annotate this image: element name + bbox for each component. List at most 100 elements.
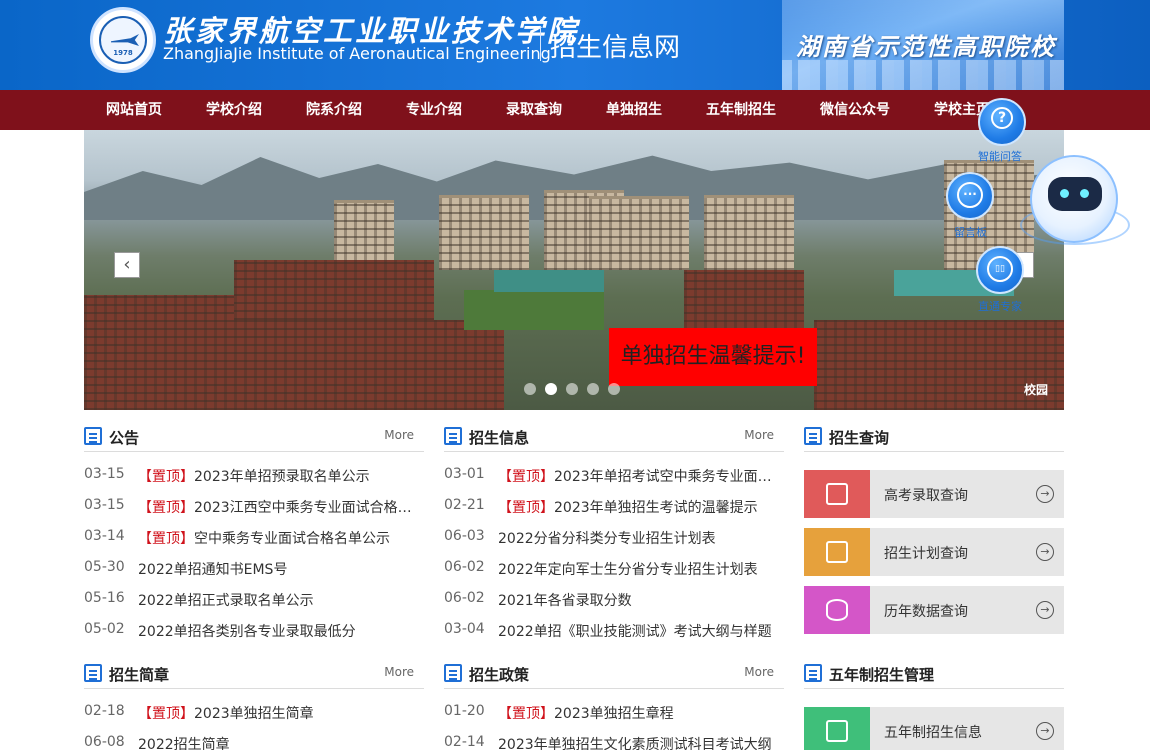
faq-button[interactable]: ?	[978, 98, 1026, 146]
faq-label[interactable]: 智能问答	[978, 148, 1022, 164]
item-title-text: 2023单独招生简章	[194, 706, 314, 722]
campus-building	[274, 320, 504, 410]
item-title[interactable]: 2022年定向军士生分省分专业招生计划表	[498, 559, 784, 579]
arrow-circle-icon: →	[1036, 722, 1054, 740]
header-banner-image: 湖南省示范性高职院校	[782, 0, 1064, 90]
hero-carousel[interactable]: ‹ › 单独招生温馨提示! 校园	[84, 130, 1064, 410]
item-title[interactable]: 2022单招《职业技能测试》考试大纲与样题	[498, 621, 784, 641]
carousel-dot[interactable]	[587, 383, 599, 395]
list-item[interactable]: 02-21 【置顶】2023年单独招生考试的温馨提示	[444, 497, 784, 517]
list-item[interactable]: 03-15 【置顶】2023年单招预录取名单公示	[84, 466, 424, 486]
section-title: 招生政策	[469, 666, 530, 684]
list-item[interactable]: 01-20 【置顶】2023单独招生章程	[444, 703, 784, 723]
document-icon	[444, 427, 462, 445]
list-item[interactable]: 05-30 2022单招通知书EMS号	[84, 559, 424, 579]
nav-item-independent-admission[interactable]: 单独招生	[606, 90, 662, 130]
banner-buildings	[782, 60, 1064, 90]
list-item[interactable]: 05-02 2022单招各类别各专业录取最低分	[84, 621, 424, 641]
list-item[interactable]: 03-15 【置顶】2023江西空中乘务专业面试合格名单公示	[84, 497, 424, 517]
site-header: 1978 张家界航空工业职业技术学院 ZhangJiaJie Institute…	[0, 0, 1150, 90]
question-icon: ?	[991, 107, 1013, 129]
item-date: 03-15	[84, 497, 125, 513]
item-title[interactable]: 【置顶】2023年单独招生考试的温馨提示	[498, 497, 784, 517]
list-item[interactable]: 06-02 2021年各省录取分数	[444, 590, 784, 610]
nav-item-school-intro[interactable]: 学校介绍	[206, 90, 262, 130]
item-date: 03-14	[84, 528, 125, 544]
admission-query-header: 招生查询	[804, 422, 1064, 452]
admission-info-header: 招生信息 More	[444, 422, 784, 452]
list-item[interactable]: 02-14 2023年单独招生文化素质测试科目考试大纲	[444, 734, 784, 750]
site-title: 招生信息网	[550, 33, 681, 63]
nav-item-wechat[interactable]: 微信公众号	[820, 90, 890, 130]
item-date: 02-18	[84, 703, 125, 719]
message-board-button[interactable]: ···	[946, 172, 994, 220]
item-title[interactable]: 【置顶】2023年单招考试空中乘务专业面试考场安排	[498, 466, 784, 486]
more-link[interactable]: More	[384, 428, 414, 442]
campus-building	[704, 195, 794, 270]
item-title[interactable]: 2022分省分科类分专业招生计划表	[498, 528, 784, 548]
item-title[interactable]: 2022单招正式录取名单公示	[138, 590, 424, 610]
item-title[interactable]: 【置顶】2023单独招生简章	[138, 703, 424, 723]
item-date: 03-01	[444, 466, 485, 482]
database-icon	[826, 599, 848, 621]
item-title[interactable]: 【置顶】空中乘务专业面试合格名单公示	[138, 528, 424, 548]
admission-plan-query-tile[interactable]: 招生计划查询 →	[804, 528, 1064, 576]
nav-item-admission-query[interactable]: 录取查询	[506, 90, 562, 130]
campus-building	[439, 195, 529, 270]
airplane-icon	[111, 34, 139, 46]
robot-eye	[1080, 189, 1089, 198]
carousel-dot-active[interactable]	[545, 383, 557, 395]
nav-item-majors[interactable]: 专业介绍	[406, 90, 462, 130]
item-title[interactable]: 2021年各省录取分数	[498, 590, 784, 610]
school-logo[interactable]: 1978	[90, 7, 156, 73]
item-title[interactable]: 2022招生简章	[138, 734, 424, 750]
nav-item-five-year[interactable]: 五年制招生	[706, 90, 776, 130]
arrow-circle-icon: →	[1036, 485, 1054, 503]
item-title-text: 2023单独招生章程	[554, 706, 674, 722]
list-item[interactable]: 06-03 2022分省分科类分专业招生计划表	[444, 528, 784, 548]
five-year-admission-info-tile[interactable]: 五年制招生信息 →	[804, 707, 1064, 750]
list-item[interactable]: 03-14 【置顶】空中乘务专业面试合格名单公示	[84, 528, 424, 548]
more-link[interactable]: More	[384, 665, 414, 679]
nav-item-home[interactable]: 网站首页	[106, 90, 162, 130]
list-item[interactable]: 05-16 2022单招正式录取名单公示	[84, 590, 424, 610]
item-title[interactable]: 【置顶】2023单独招生章程	[498, 703, 784, 723]
carousel-dot[interactable]	[566, 383, 578, 395]
list-item[interactable]: 06-08 2022招生简章	[84, 734, 424, 750]
more-link[interactable]: More	[744, 428, 774, 442]
item-title[interactable]: 【置顶】2023江西空中乘务专业面试合格名单公示	[138, 497, 424, 517]
carousel-prev-button[interactable]: ‹	[114, 252, 140, 278]
expert-guide-button[interactable]: ▯▯	[976, 246, 1024, 294]
item-date: 02-21	[444, 497, 485, 513]
item-title[interactable]: 2022单招通知书EMS号	[138, 559, 424, 579]
robot-assistant-icon[interactable]	[1030, 155, 1118, 243]
item-date: 03-04	[444, 621, 485, 637]
list-item[interactable]: 06-02 2022年定向军士生分省分专业招生计划表	[444, 559, 784, 579]
carousel-dot[interactable]	[524, 383, 536, 395]
message-board-label[interactable]: 留言板	[954, 224, 987, 240]
gaokao-admission-query-tile[interactable]: 高考录取查询 →	[804, 470, 1064, 518]
certificate-icon	[826, 483, 848, 505]
item-date: 06-08	[84, 734, 125, 750]
list-item[interactable]: 03-04 2022单招《职业技能测试》考试大纲与样题	[444, 621, 784, 641]
hero-notice-banner[interactable]: 单独招生温馨提示!	[609, 328, 817, 386]
list-item[interactable]: 03-01 【置顶】2023年单招考试空中乘务专业面试考场安排	[444, 466, 784, 486]
pinned-tag: 【置顶】	[498, 500, 554, 516]
item-title-text: 2023年单招预录取名单公示	[194, 469, 370, 485]
item-title[interactable]: 2023年单独招生文化素质测试科目考试大纲	[498, 734, 784, 750]
tile-label: 高考录取查询	[884, 488, 968, 504]
item-title[interactable]: 2022单招各类别各专业录取最低分	[138, 621, 424, 641]
logo-year: 1978	[113, 49, 133, 57]
section-title: 招生查询	[829, 429, 890, 447]
item-date: 02-14	[444, 734, 485, 750]
nav-item-departments[interactable]: 院系介绍	[306, 90, 362, 130]
campus-green	[464, 290, 604, 330]
item-date: 06-02	[444, 559, 485, 575]
list-item[interactable]: 02-18 【置顶】2023单独招生简章	[84, 703, 424, 723]
historical-data-query-tile[interactable]: 历年数据查询 →	[804, 586, 1064, 634]
expert-guide-label[interactable]: 直通专家	[978, 298, 1022, 314]
more-link[interactable]: More	[744, 665, 774, 679]
item-title[interactable]: 【置顶】2023年单招预录取名单公示	[138, 466, 424, 486]
section-title: 招生简章	[109, 666, 170, 684]
carousel-dot[interactable]	[608, 383, 620, 395]
